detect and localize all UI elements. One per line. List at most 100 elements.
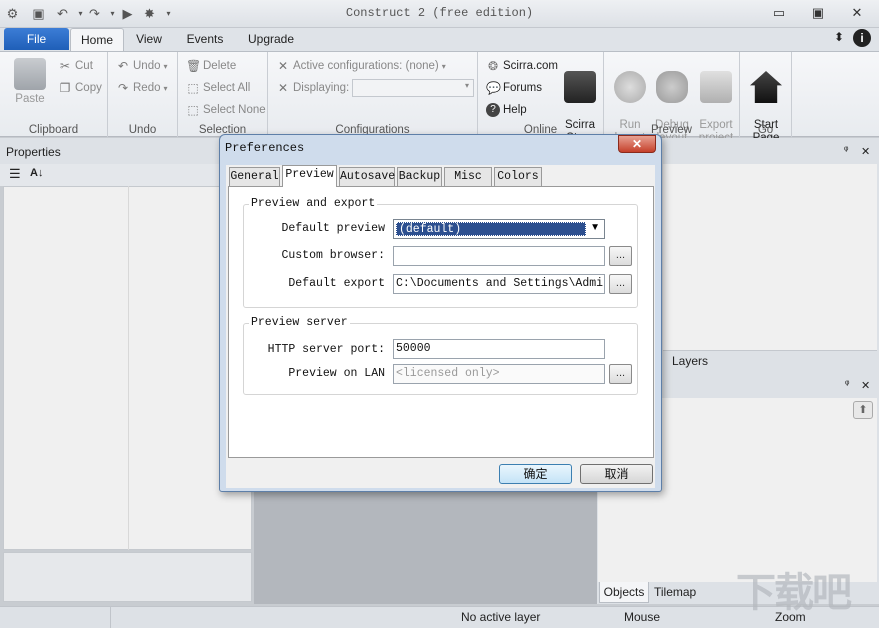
app-menu-icon[interactable]: ⚙ [4,5,21,22]
ribbon-collapse-icon[interactable]: ⬍ [834,30,844,44]
cancel-button[interactable]: 取消 [580,464,653,484]
paste-button[interactable]: Paste [8,58,52,106]
redo-icon[interactable]: ↷ [86,5,103,22]
select-all-button[interactable]: ⬚ Select All [186,81,250,95]
cut-label: Cut [75,60,93,72]
tab-backup[interactable]: Backup [397,167,442,186]
panel-close-icon-2[interactable]: ✕ [861,379,870,392]
custom-browser-browse-button[interactable]: ... [609,246,632,266]
paste-label: Paste [15,93,45,105]
quick-access-menu-icon[interactable]: ▾ [160,5,177,22]
copy-icon: ❐ [59,81,71,95]
displaying-row: ✕ Displaying: [276,81,349,95]
tab-events[interactable]: Events [178,28,232,52]
run-icon[interactable]: ▶ [119,5,136,22]
debug-icon[interactable]: ✸ [141,5,158,22]
help-link[interactable]: ? Help [486,103,527,117]
displaying-label: Displaying: [293,82,350,94]
tab-upgrade[interactable]: Upgrade [240,28,302,52]
tab-layers[interactable]: Layers [672,354,708,368]
select-all-label: Select All [203,82,251,94]
close-button[interactable]: ✕ [843,4,871,22]
home-icon [750,71,782,103]
tab-general[interactable]: General [229,167,280,186]
tab-autosave[interactable]: Autosave [339,167,395,186]
alphabetical-sort-icon[interactable]: A↓ [30,167,43,179]
tab-misc[interactable]: Misc [444,167,492,186]
redo-arrow-icon: ↷ [117,81,129,95]
categorized-view-icon[interactable]: ☰ [9,166,21,182]
active-configurations-dropdown[interactable]: ✕ Active configurations: (none) ▾ [276,59,446,73]
ribbon-tab-row: File Home View Events Upgrade ⬍ i [0,28,879,52]
go-group-label: Go [757,124,774,136]
custom-browser-input[interactable] [393,246,605,266]
chevron-down-icon: ▼ [590,222,600,233]
undo-group-label: Undo [128,124,157,136]
layers-tab-strip: Layers [663,350,877,372]
default-preview-select[interactable]: (default) ▼ [393,219,605,239]
watermark: 下载吧 [736,570,852,616]
tab-preview[interactable]: Preview [282,165,337,187]
ok-button[interactable]: 确定 [499,464,572,484]
default-export-input[interactable]: C:\Documents and Settings\Administrator [393,274,605,294]
ribbon: Paste ✂ Cut ❐ Copy Clipboard ↶ Undo ▾ ↷ Redo ▾… [0,51,879,144]
undo-button[interactable]: ↶ Undo ▾ [116,59,168,73]
preview-tab-page: Preview and export Default preview (defa… [228,186,654,458]
displaying-select[interactable]: ▾ [352,79,474,97]
copy-label: Copy [75,82,102,94]
properties-panel-header: Properties [0,138,254,164]
default-export-label: Default export [288,277,385,290]
minimize-button[interactable]: ▭ [765,4,793,22]
preview-on-lan-input[interactable]: <licensed only> [393,364,605,384]
undo-icon[interactable]: ↶ [54,5,71,22]
info-icon[interactable]: i [853,29,871,47]
copy-button[interactable]: ❐ Copy [58,81,102,95]
bug-icon [656,71,688,103]
restore-button[interactable]: ▣ [804,4,832,22]
tab-home[interactable]: Home [70,28,124,52]
delete-button[interactable]: 🗑 Delete [186,59,236,73]
scissors-icon: ✂ [59,59,71,73]
dialog-client: General Preview Autosave Backup Misc Col… [226,165,655,488]
tools-icon: ✕ [277,81,289,95]
forums-link[interactable]: 💬 Forums [486,81,542,95]
status-mouse: Mouse [624,610,661,624]
forums-label: Forums [503,82,542,94]
tab-tilemap[interactable]: Tilemap [654,585,696,599]
dialog-close-button[interactable]: ✕ [618,135,656,153]
default-export-browse-button[interactable]: ... [609,274,632,294]
custom-browser-label: Custom browser: [281,249,385,262]
preview-export-legend: Preview and export [249,197,378,210]
tab-objects[interactable]: Objects [599,582,649,603]
wrench-icon: ✕ [277,59,289,73]
export-icon [700,71,732,103]
help-icon: ? [486,103,500,117]
tab-view[interactable]: View [126,28,172,52]
clipboard-group-label: Clipboard [28,124,79,136]
save-icon[interactable]: ▣ [30,5,47,22]
tab-file[interactable]: File [4,28,69,50]
scirra-label: Scirra.com [503,60,558,72]
delete-label: Delete [203,60,237,72]
group-go: Start Page Go [740,52,792,144]
forums-icon: 💬 [486,81,501,95]
preview-on-lan-label: Preview on LAN [288,367,385,380]
redo-button[interactable]: ↷ Redo ▾ [116,81,168,95]
pin-icon[interactable]: ᵠ [844,145,848,156]
projects-panel-body[interactable] [663,164,877,350]
select-none-button[interactable]: ⬚ Select None [186,103,266,117]
redo-label: Redo [133,82,161,94]
select-none-label: Select None [203,104,266,116]
scirra-link[interactable]: ❂ Scirra.com [486,59,558,73]
undo-label: Undo [133,60,161,72]
active-configurations-label: Active configurations: (none) [293,60,439,72]
panel-close-icon[interactable]: ✕ [861,145,870,158]
http-port-input[interactable]: 50000 [393,339,605,359]
tab-colors[interactable]: Colors [494,167,542,186]
preview-server-legend: Preview server [249,316,350,329]
pin-icon-2[interactable]: ᵠ [845,379,849,390]
preview-on-lan-browse-button[interactable]: ... [609,364,632,384]
cut-button[interactable]: ✂ Cut [58,59,93,73]
default-preview-value: (default) [396,222,586,236]
up-arrow-icon[interactable]: ⬆ [853,401,873,419]
